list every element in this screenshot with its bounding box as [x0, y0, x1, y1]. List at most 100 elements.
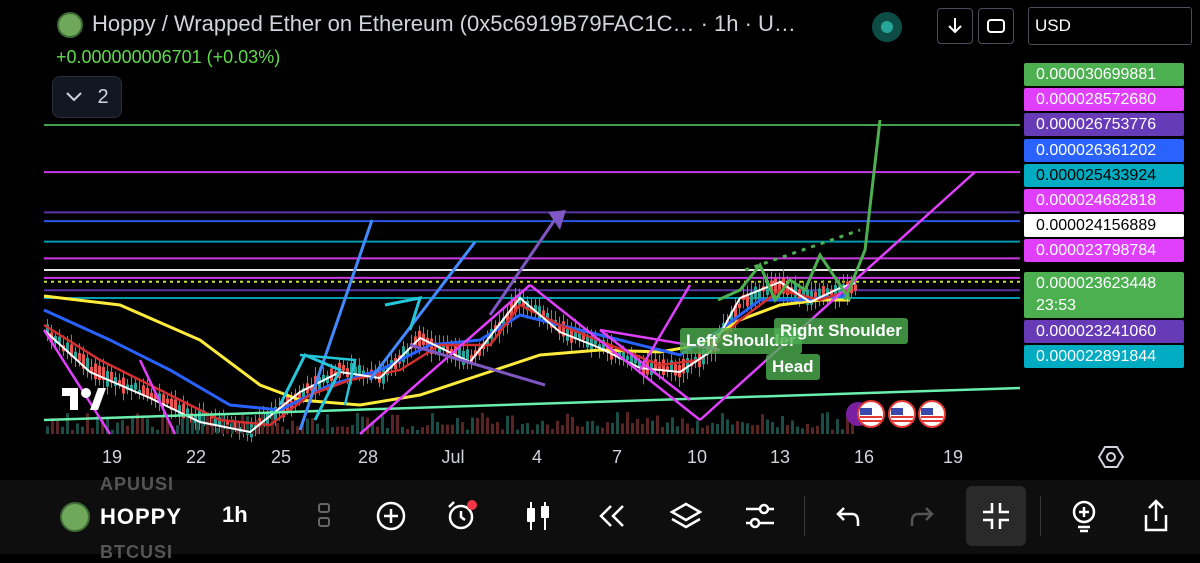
price-level-label[interactable]: 0.000025433924 — [1024, 163, 1184, 187]
price-level-label[interactable]: 0.000024682818 — [1024, 189, 1184, 212]
price-level-label[interactable]: 0.000026753776 — [1024, 113, 1184, 137]
volume-bar — [641, 423, 644, 434]
volume-bar — [671, 417, 674, 434]
timeframe-button[interactable]: 1h — [222, 502, 248, 528]
volume-bar — [721, 413, 724, 434]
volume-bar — [716, 424, 719, 434]
economic-events[interactable] — [846, 400, 946, 428]
volume-bar — [756, 424, 759, 434]
alert-button[interactable] — [440, 494, 484, 538]
trend-line — [298, 219, 374, 431]
volume-bar — [606, 422, 609, 434]
volume-bar — [626, 412, 629, 434]
volume-bar — [511, 415, 514, 434]
price-level-label[interactable]: 0.000024156889 — [1024, 214, 1184, 238]
time-tick-label: 25 — [270, 447, 292, 467]
volume-bar — [466, 429, 469, 434]
volume-bar — [816, 425, 819, 434]
volume-bar — [381, 416, 384, 434]
volume-bar — [346, 426, 349, 434]
volume-bar — [336, 426, 339, 434]
volume-bar — [571, 416, 574, 434]
price-level-label[interactable]: 0.000028572680 — [1024, 88, 1184, 112]
lightbulb-icon — [1072, 500, 1096, 533]
ideas-button[interactable] — [1062, 494, 1106, 538]
currency-select[interactable]: USD — [1028, 7, 1192, 45]
volume-bar — [796, 426, 799, 434]
price-level-label[interactable]: 0.000023623448 23:53 — [1024, 272, 1184, 318]
volume-bar — [236, 422, 239, 434]
price-level-label[interactable]: 0.000023798784 — [1024, 239, 1184, 263]
volume-bar — [591, 420, 594, 434]
candle-body — [166, 398, 169, 404]
volume-bar — [161, 416, 164, 434]
volume-bar — [316, 423, 319, 434]
volume-bar — [561, 425, 564, 434]
volume-bar — [151, 426, 154, 434]
volume-bar — [61, 426, 64, 434]
volume-bar — [126, 425, 129, 434]
volume-bar — [841, 429, 844, 434]
expand-icon — [987, 19, 1005, 33]
candle-countdown: 23:53 — [1036, 297, 1077, 314]
price-level-label[interactable]: 0.000030699881 — [1024, 63, 1184, 86]
volume-bar — [636, 418, 639, 434]
volume-bar — [71, 429, 74, 434]
bottom-toolbar: APUUSI BTCUSI HOPPY 1h — [0, 474, 1200, 562]
download-button[interactable] — [937, 8, 973, 44]
redo-button[interactable] — [900, 494, 944, 538]
right-shoulder-label[interactable]: Right Shoulder — [774, 318, 908, 344]
compare-button[interactable] — [302, 494, 346, 538]
time-tick-label: 16 — [853, 447, 875, 467]
settings-sliders-button[interactable] — [738, 494, 782, 538]
us-flag-icon — [888, 400, 916, 428]
indicators-toggle[interactable]: 2 — [52, 76, 122, 118]
volume-bar — [311, 418, 314, 434]
volume-bar — [631, 423, 634, 434]
volume-bar — [776, 427, 779, 434]
volume-bar — [621, 423, 624, 434]
share-button[interactable] — [1134, 494, 1178, 538]
volume-bar — [586, 421, 589, 434]
candle-body — [146, 387, 149, 397]
volume-bar — [761, 414, 764, 434]
volume-bar — [791, 420, 794, 434]
volume-bar — [646, 417, 649, 434]
add-indicator-button[interactable] — [369, 494, 413, 538]
volume-bar — [416, 429, 419, 434]
head-label[interactable]: Head — [766, 354, 820, 380]
candle-body — [98, 365, 101, 380]
fullscreen-toggle-button[interactable] — [966, 486, 1026, 546]
candle-body — [626, 355, 629, 361]
volume-bar — [801, 428, 804, 434]
time-tick-label: 7 — [611, 447, 623, 467]
replay-button[interactable] — [590, 494, 634, 538]
volume-bar — [131, 418, 134, 434]
time-tick-label: 13 — [769, 447, 791, 467]
us-flag-icon — [918, 400, 946, 428]
settings-icon[interactable] — [1097, 445, 1125, 474]
volume-bar — [541, 420, 544, 434]
candle-body — [174, 399, 177, 410]
volume-bar — [296, 426, 299, 434]
volume-bar — [481, 412, 484, 434]
volume-bar — [476, 417, 479, 434]
time-tick-label: 22 — [185, 447, 207, 467]
candle-body — [358, 365, 361, 375]
undo-button[interactable] — [826, 494, 870, 538]
fullscreen-button[interactable] — [978, 8, 1014, 44]
volume-bar — [191, 419, 194, 434]
time-tick-label: Jul — [441, 447, 465, 467]
volume-bar — [401, 426, 404, 434]
volume-bar — [806, 423, 809, 434]
layers-button[interactable] — [664, 494, 708, 538]
chart-type-button[interactable] — [516, 494, 560, 538]
symbol-button[interactable]: HOPPY — [100, 504, 182, 530]
price-level-label[interactable]: 0.000023241060 — [1024, 320, 1184, 343]
trend-line — [699, 171, 976, 421]
price-level-label[interactable]: 0.000022891844 — [1024, 345, 1184, 368]
symbol-title[interactable]: Hoppy / Wrapped Ether on Ethereum (0x5c6… — [92, 11, 796, 37]
alarm-clock-icon — [448, 500, 477, 530]
price-level-label[interactable]: 0.000026361202 — [1024, 138, 1184, 162]
volume-bar — [556, 420, 559, 434]
